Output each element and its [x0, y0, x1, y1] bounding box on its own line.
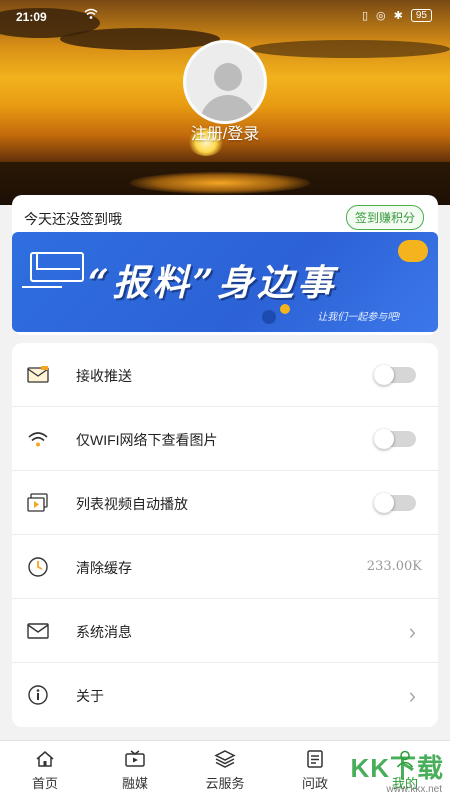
- politics-icon: [270, 749, 360, 769]
- setting-system-messages[interactable]: 系统消息 ›: [12, 599, 438, 663]
- setting-receive-push[interactable]: 接收推送: [12, 343, 438, 407]
- setting-clear-cache[interactable]: 清除缓存 233.00K: [12, 535, 438, 599]
- nav-media[interactable]: 融媒: [90, 741, 180, 800]
- speed-line-decoration: [22, 286, 62, 288]
- nav-label: 云服务: [205, 776, 245, 791]
- signin-earn-points-button[interactable]: 签到赚积分: [345, 205, 424, 230]
- mail-icon: [26, 619, 50, 643]
- wifi-only-images-toggle[interactable]: [374, 429, 416, 449]
- avatar-head-shape: [214, 63, 242, 91]
- login-link[interactable]: 注册/登录: [0, 120, 450, 144]
- setting-wifi-only-images[interactable]: 仅WIFI网络下查看图片: [12, 407, 438, 471]
- info-icon: [26, 683, 50, 707]
- setting-about[interactable]: 关于 ›: [12, 663, 438, 727]
- alarm-icon: ◎: [376, 10, 386, 22]
- nav-politics[interactable]: 问政: [270, 741, 360, 800]
- banner-title: “报料”身边事: [88, 262, 338, 304]
- setting-autoplay-video[interactable]: 列表视频自动播放: [12, 471, 438, 535]
- watermark-logo: KK下载: [350, 753, 444, 783]
- envelope-icon: [30, 252, 84, 282]
- autoplay-video-toggle[interactable]: [374, 493, 416, 513]
- video-icon: [26, 491, 50, 515]
- home-icon: [0, 749, 90, 769]
- setting-label: 清除缓存: [76, 560, 132, 576]
- cloud-shape: [250, 40, 450, 58]
- cloud-service-icon: [180, 749, 270, 769]
- setting-label: 列表视频自动播放: [76, 496, 188, 512]
- avatar[interactable]: [183, 40, 267, 124]
- settings-list: 接收推送 仅WIFI网络下查看图片 列表视频自动播放 清除缓存 233.00K …: [12, 343, 438, 727]
- nav-label: 首页: [31, 776, 58, 791]
- nav-label: 问政: [301, 776, 328, 791]
- receive-push-toggle[interactable]: [374, 365, 416, 385]
- vibrate-icon: ▯: [361, 10, 369, 22]
- setting-label: 系统消息: [76, 624, 132, 640]
- setting-label: 关于: [76, 688, 104, 704]
- envelope-push-icon: [26, 363, 50, 387]
- status-bar: 21:09 ▯ ◎ ✱ 95: [0, 0, 450, 34]
- report-banner[interactable]: “报料”身边事 让我们一起参与吧!: [12, 232, 438, 332]
- media-icon: [90, 749, 180, 769]
- chat-bubble-icon: [398, 240, 428, 262]
- chevron-right-icon: ›: [408, 683, 416, 708]
- wifi-icon: [26, 427, 50, 451]
- signin-message: 今天还没签到哦: [24, 211, 122, 227]
- decor-dot: [262, 310, 276, 324]
- setting-label: 仅WIFI网络下查看图片: [76, 432, 218, 448]
- bluetooth-icon: ✱: [393, 10, 403, 22]
- nav-home[interactable]: 首页: [0, 741, 90, 800]
- water-reflection: [130, 172, 310, 194]
- setting-label: 接收推送: [76, 368, 132, 384]
- wifi-status-icon: [84, 8, 98, 23]
- watermark-url: www.kkx.net: [386, 784, 442, 795]
- cache-size-value: 233.00K: [366, 559, 422, 574]
- nav-label: 融媒: [121, 776, 148, 791]
- clock-icon: [26, 555, 50, 579]
- battery-icon: 95: [410, 9, 432, 22]
- nav-cloud-service[interactable]: 云服务: [180, 741, 270, 800]
- chevron-right-icon: ›: [408, 619, 416, 644]
- banner-subtitle: 让我们一起参与吧!: [317, 312, 400, 323]
- status-time: 21:09: [16, 10, 47, 24]
